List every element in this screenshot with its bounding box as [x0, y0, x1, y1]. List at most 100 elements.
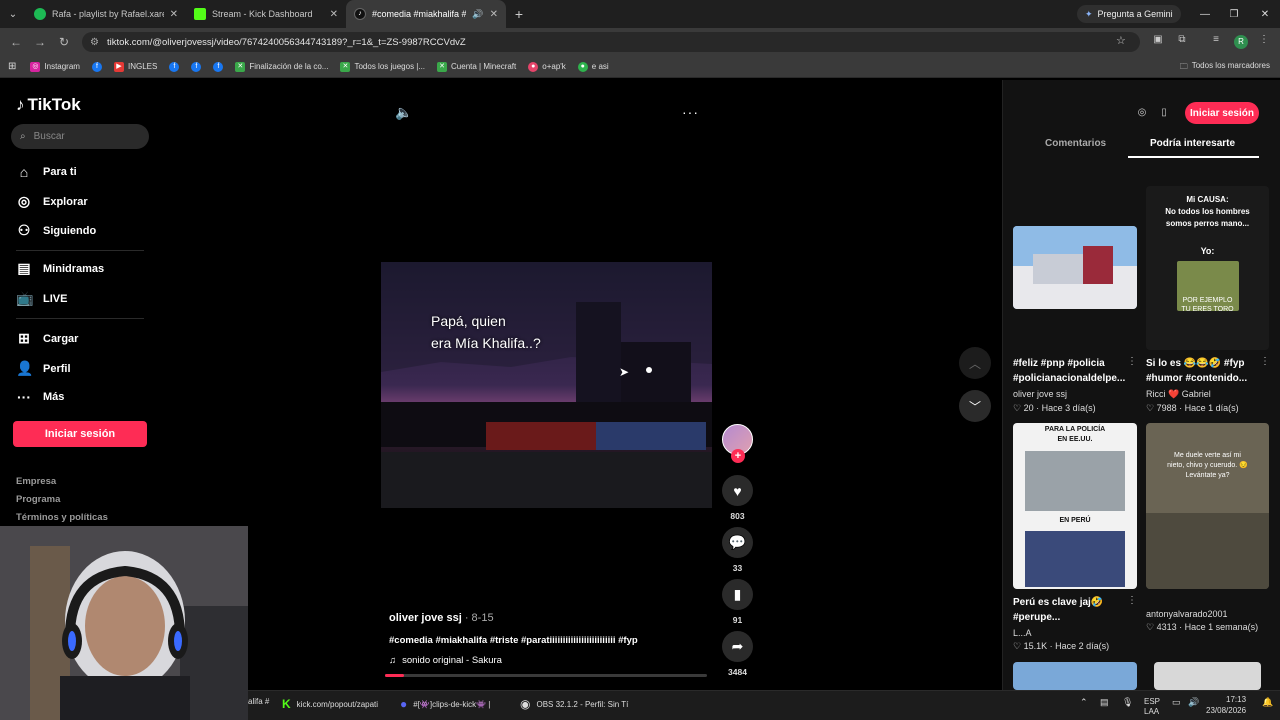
back-icon[interactable]: ←: [4, 35, 28, 49]
tray-app-icon[interactable]: ▤: [1100, 697, 1109, 708]
tab-podria-interesarte[interactable]: Podría interesarte: [1150, 138, 1235, 149]
recommended-title[interactable]: #perupe...: [1013, 610, 1129, 625]
tiktok-logo[interactable]: ♪ TikTok: [16, 95, 81, 115]
footer-link[interactable]: Empresa: [16, 476, 56, 487]
volume-icon[interactable]: 🔊: [1188, 697, 1199, 708]
recommended-author[interactable]: Ricci ❤️ Gabriel: [1146, 389, 1211, 400]
gemini-button[interactable]: ✦ Pregunta a Gemini: [1077, 5, 1181, 23]
bookmark-item[interactable]: ● e asi: [574, 61, 613, 72]
recommended-author[interactable]: L...A: [1013, 628, 1032, 638]
recommended-title[interactable]: #policianacionaldelpe...: [1013, 371, 1129, 386]
save-button[interactable]: ▮: [722, 579, 753, 610]
tab-tiktok[interactable]: ♪ #comedia #miakhalifa #triste 🔊 ✕: [346, 0, 506, 28]
recommended-title[interactable]: Perú es clave jaj🤣: [1013, 595, 1129, 610]
recommended-thumbnail[interactable]: [1154, 662, 1261, 690]
prev-video-button[interactable]: ︿: [959, 347, 991, 379]
profile-avatar[interactable]: R: [1234, 35, 1248, 49]
nav-cargar[interactable]: ⊞ Cargar: [16, 330, 78, 347]
media-icon[interactable]: ≡: [1208, 34, 1224, 50]
video-progress-bar[interactable]: [385, 674, 707, 677]
more-icon[interactable]: ⋮: [1260, 356, 1270, 367]
header-login-button[interactable]: Iniciar sesión: [1185, 102, 1259, 124]
new-tab-button[interactable]: +: [506, 6, 532, 22]
recommended-title[interactable]: #humor #contenido...: [1146, 371, 1262, 386]
phone-icon[interactable]: ▯: [1155, 104, 1173, 122]
network-icon[interactable]: ▭: [1172, 697, 1181, 708]
nav-para-ti[interactable]: ⌂ Para ti: [16, 164, 77, 180]
follow-plus-icon[interactable]: +: [731, 449, 745, 463]
bookmark-item[interactable]: ✕ Cuenta | Minecraft: [433, 61, 520, 72]
apps-icon[interactable]: ⊞: [8, 61, 16, 72]
site-info-icon[interactable]: ⚙: [90, 37, 99, 48]
minimize-icon[interactable]: —: [1190, 0, 1220, 28]
like-button[interactable]: ♥: [722, 475, 753, 506]
footer-link[interactable]: Programa: [16, 494, 60, 505]
volume-icon[interactable]: 🔈: [395, 104, 412, 121]
notifications-icon[interactable]: 🔔: [1262, 697, 1273, 708]
footer-link[interactable]: Términos y políticas: [16, 512, 108, 523]
bookmark-star-icon[interactable]: ☆: [1116, 34, 1126, 47]
video-author[interactable]: oliver jove ssj · 8-15: [389, 612, 494, 624]
tab-comentarios[interactable]: Comentarios: [1045, 138, 1106, 149]
close-icon[interactable]: ✕: [490, 9, 498, 20]
bookmark-item[interactable]: f: [165, 61, 183, 72]
restore-icon[interactable]: ❐: [1219, 0, 1249, 28]
language-indicator[interactable]: ESP LAA: [1144, 697, 1160, 717]
close-icon[interactable]: ✕: [330, 9, 338, 20]
bookmark-item[interactable]: f: [187, 61, 205, 72]
extensions-icon[interactable]: ⧉: [1174, 34, 1190, 50]
login-button[interactable]: Iniciar sesión: [13, 421, 147, 447]
nav-siguiendo[interactable]: ⚇ Siguiendo: [16, 222, 96, 239]
forward-icon[interactable]: →: [28, 35, 52, 49]
more-options-icon[interactable]: ···: [682, 104, 699, 120]
url-text[interactable]: tiktok.com/@oliverjovessj/video/76742400…: [107, 37, 466, 48]
recommended-title[interactable]: Si lo es 😂😂🤣 #fyp: [1146, 356, 1262, 371]
video-sound[interactable]: ♫ sonido original - Sakura: [389, 655, 502, 666]
nav-mas[interactable]: ··· Más: [16, 389, 64, 405]
recommended-thumbnail[interactable]: Mi CAUSA: No todos los hombres somos per…: [1146, 186, 1269, 350]
bookmark-item[interactable]: ✕ Finalización de la co...: [231, 61, 332, 72]
menu-icon[interactable]: ⋮: [1256, 34, 1272, 50]
video-hashtags[interactable]: #comedia #miakhalifa #triste #paratiiiii…: [389, 635, 638, 646]
bookmark-item[interactable]: ▶ INGLES: [110, 61, 161, 72]
recommended-author[interactable]: antonyalvarado2001: [1146, 609, 1228, 619]
bookmark-item[interactable]: ✕ Todos los juegos |...: [336, 61, 429, 72]
bookmark-item[interactable]: f: [209, 61, 227, 72]
speaker-icon[interactable]: 🔊: [472, 9, 483, 20]
bookmark-item[interactable]: ◎ Instagram: [26, 61, 84, 72]
video-player[interactable]: Papá, quien era Mía Khalifa..?: [381, 262, 712, 508]
address-bar[interactable]: ⚙ tiktok.com/@oliverjovessj/video/767424…: [82, 32, 1140, 52]
nav-live[interactable]: 📺 LIVE: [16, 290, 67, 307]
share-button[interactable]: ➦: [722, 631, 753, 662]
recommended-thumbnail[interactable]: [1013, 226, 1137, 309]
taskbar-item[interactable]: ● #[👾]clips-de-kick👾 |: [400, 697, 490, 711]
bookmark-item[interactable]: ● o+ap'k: [524, 61, 570, 72]
tab-kick[interactable]: Stream - Kick Dashboard ✕: [186, 0, 346, 28]
nav-explorar[interactable]: ◎ Explorar: [16, 193, 88, 210]
clock[interactable]: 17:13 23/08/2026: [1206, 694, 1246, 716]
taskbar-item[interactable]: ◉ OBS 32.1.2 - Perfil: Sin Tí: [520, 697, 628, 711]
close-icon[interactable]: ✕: [170, 9, 178, 20]
search-input[interactable]: ⌕ Buscar: [11, 124, 149, 149]
recommended-thumbnail[interactable]: [1013, 662, 1137, 690]
recommended-author[interactable]: oliver jove ssj: [1013, 389, 1067, 399]
nav-perfil[interactable]: 👤 Perfil: [16, 360, 71, 377]
taskbar-item[interactable]: alifa #: [248, 697, 269, 706]
window-close-icon[interactable]: ✕: [1250, 0, 1280, 28]
tray-chevron-icon[interactable]: ⌃: [1080, 697, 1088, 708]
recommended-thumbnail[interactable]: Me duele verte así mi nieto, chivo y cue…: [1146, 423, 1269, 589]
nav-minidramas[interactable]: ▤ Minidramas: [16, 260, 104, 277]
reload-icon[interactable]: ↻: [52, 35, 76, 49]
bookmark-item[interactable]: f: [88, 61, 106, 72]
microphone-icon[interactable]: 🎙: [1122, 697, 1133, 708]
next-video-button[interactable]: ﹀: [959, 390, 991, 422]
cast-icon[interactable]: ▣: [1150, 34, 1166, 50]
recommended-title[interactable]: #feliz #pnp #policia: [1013, 356, 1129, 371]
all-bookmarks-button[interactable]: 🗀 Todos los marcadores: [1180, 61, 1270, 75]
recommended-thumbnail[interactable]: PARA LA POLICÍA EN EE.UU. EN PERÚ: [1013, 423, 1137, 589]
taskbar-item[interactable]: Kkick.com/popout/zapati: [282, 697, 378, 711]
compass-icon[interactable]: ◎: [1133, 104, 1151, 122]
tab-spotify[interactable]: Rafa - playlist by Rafael.xared | ✕: [26, 0, 186, 28]
more-icon[interactable]: ⋮: [1127, 356, 1137, 367]
more-icon[interactable]: ⋮: [1127, 595, 1137, 606]
